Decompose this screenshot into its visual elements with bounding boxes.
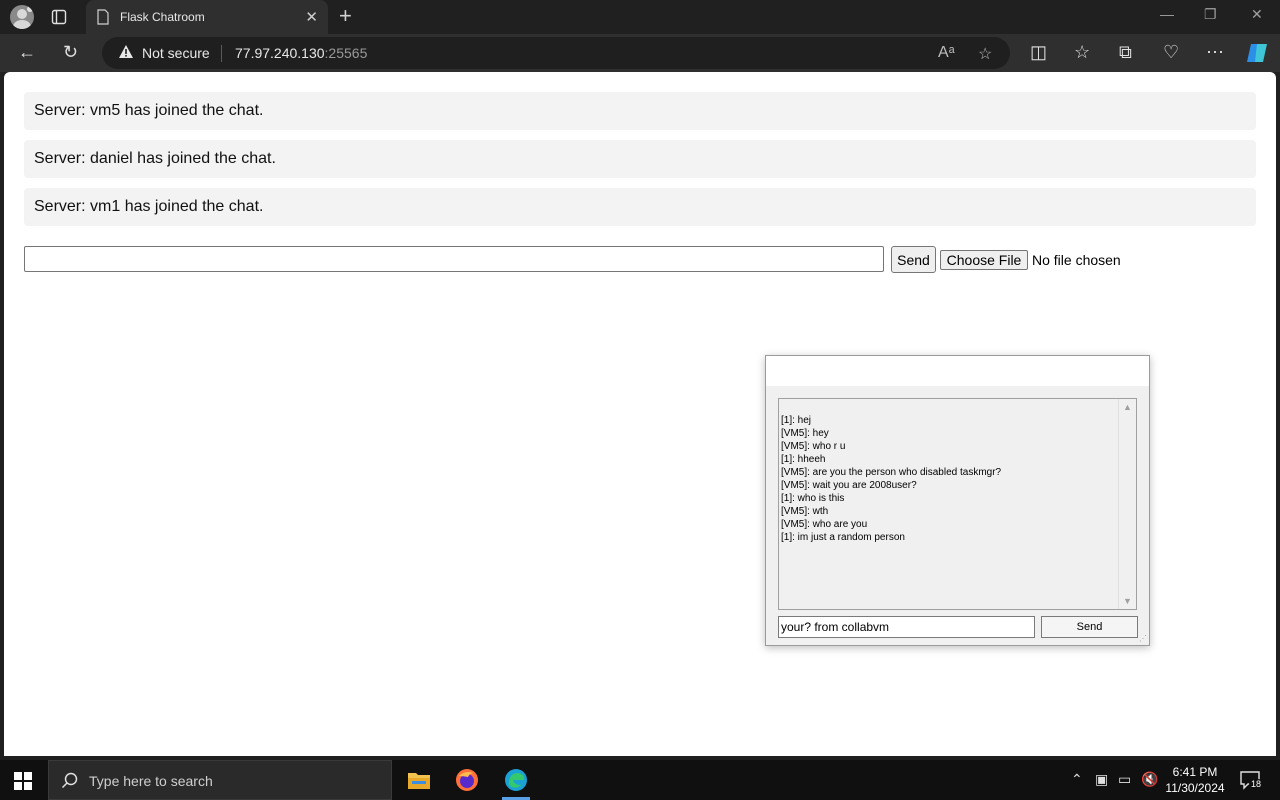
restore-icon[interactable]: ❐ xyxy=(1204,6,1217,23)
chat-popup-window: [1]: hej [VM5]: hey [VM5]: who r u [1]: … xyxy=(765,355,1150,646)
popup-titlebar[interactable] xyxy=(766,356,1149,386)
tab-actions-icon[interactable] xyxy=(51,9,67,25)
edge-icon[interactable] xyxy=(492,760,540,800)
read-aloud-icon[interactable]: Aᵃ xyxy=(938,44,955,62)
show-hidden-icons-icon[interactable]: ⌃ xyxy=(1071,771,1083,788)
url-text[interactable]: 77.97.240.130:25565 xyxy=(235,45,367,61)
clock-time: 6:41 PM xyxy=(1172,765,1218,779)
copilot-icon[interactable] xyxy=(1245,42,1269,64)
address-bar[interactable]: Not secure 77.97.240.130:25565 Aᵃ ☆ xyxy=(102,37,1010,69)
tab-flask-chatroom[interactable]: Flask Chatroom ✕ xyxy=(86,0,328,34)
taskbar-search[interactable]: Type here to search xyxy=(48,760,392,800)
refresh-icon[interactable]: ↻ xyxy=(63,43,78,61)
log-scrollbar[interactable]: ▲ ▼ xyxy=(1118,399,1136,609)
popup-message-input[interactable] xyxy=(778,616,1035,638)
back-arrow-icon[interactable]: ← xyxy=(18,43,36,61)
windows-start-icon[interactable] xyxy=(14,772,32,790)
log-line: [VM5]: wait you are 2008user? xyxy=(781,480,917,491)
windows-taskbar: Type here to search ⌃ ▣ ▭ 🔇 6:41 PM 11/3… xyxy=(0,760,1280,800)
log-line: [VM5]: who are you xyxy=(781,519,868,530)
volume-muted-icon[interactable]: 🔇 xyxy=(1141,771,1158,788)
notification-center-icon[interactable]: 18 xyxy=(1240,770,1264,795)
firefox-icon[interactable] xyxy=(443,760,491,800)
choose-file-button[interactable]: Choose File xyxy=(940,250,1028,270)
file-explorer-icon[interactable] xyxy=(395,760,443,800)
message-input[interactable] xyxy=(24,246,884,272)
meet-now-icon[interactable]: ▣ xyxy=(1095,771,1108,788)
chat-message: Server: daniel has joined the chat. xyxy=(24,140,1256,178)
log-line: [VM5]: wth xyxy=(781,506,829,517)
close-window-icon[interactable]: ✕ xyxy=(1251,6,1263,23)
browser-toolbar: ← ↻ Not secure 77.97.240.130:25565 Aᵃ ☆ … xyxy=(0,34,1280,72)
network-icon[interactable]: ▭ xyxy=(1118,771,1131,788)
tab-close-icon[interactable]: ✕ xyxy=(305,8,318,26)
log-line: [1]: who is this xyxy=(781,493,845,504)
browser-essentials-icon[interactable]: ♡ xyxy=(1163,43,1179,61)
log-line: [1]: im just a random person xyxy=(781,532,905,543)
new-tab-icon[interactable]: + xyxy=(339,5,352,27)
chat-log[interactable]: [1]: hej [VM5]: hey [VM5]: who r u [1]: … xyxy=(778,398,1137,610)
popup-send-button[interactable]: Send xyxy=(1041,616,1138,638)
scroll-up-icon[interactable]: ▲ xyxy=(1123,402,1132,412)
favorites-icon[interactable]: ☆ xyxy=(1074,43,1090,61)
favorite-star-icon[interactable]: ☆ xyxy=(978,44,992,64)
page-icon xyxy=(97,9,109,25)
search-icon xyxy=(61,772,78,789)
collections-icon[interactable]: ⧉ xyxy=(1119,43,1132,61)
message-text: Server: daniel has joined the chat. xyxy=(34,150,276,167)
file-status: No file chosen xyxy=(1032,252,1121,268)
log-line: [VM5]: who r u xyxy=(781,441,846,452)
more-options-icon[interactable]: ⋯ xyxy=(1206,43,1224,61)
divider xyxy=(221,45,222,62)
message-text: Server: vm5 has joined the chat. xyxy=(34,102,264,119)
log-line: [1]: hej xyxy=(781,415,812,426)
minimize-icon[interactable]: — xyxy=(1160,6,1174,22)
chat-message: Server: vm5 has joined the chat. xyxy=(24,92,1256,130)
send-button[interactable]: Send xyxy=(891,246,936,273)
taskbar-clock[interactable]: 6:41 PM 11/30/2024 xyxy=(1164,764,1226,796)
profile-avatar-icon[interactable] xyxy=(10,5,34,29)
log-line: [VM5]: are you the person who disabled t… xyxy=(781,467,1002,478)
warning-icon xyxy=(119,45,133,58)
resize-grip-icon[interactable]: ⋰ xyxy=(1139,634,1147,643)
tab-title: Flask Chatroom xyxy=(120,10,205,24)
chat-log-lines: [1]: hej [VM5]: hey [VM5]: who r u [1]: … xyxy=(781,414,1111,544)
security-status[interactable]: Not secure xyxy=(142,45,210,61)
clock-date: 11/30/2024 xyxy=(1165,781,1225,795)
log-line: [VM5]: hey xyxy=(781,428,829,439)
log-line: [1]: hheeh xyxy=(781,454,826,465)
scroll-down-icon[interactable]: ▼ xyxy=(1123,596,1132,606)
notification-count: 18 xyxy=(1249,779,1264,789)
message-text: Server: vm1 has joined the chat. xyxy=(34,198,264,215)
page-content: Server: vm5 has joined the chat. Server:… xyxy=(4,72,1276,756)
browser-tab-strip: Flask Chatroom ✕ + — ❐ ✕ xyxy=(0,0,1280,34)
split-screen-icon[interactable]: ◫ xyxy=(1030,43,1047,61)
chat-message: Server: vm1 has joined the chat. xyxy=(24,188,1256,226)
search-placeholder: Type here to search xyxy=(89,773,213,789)
